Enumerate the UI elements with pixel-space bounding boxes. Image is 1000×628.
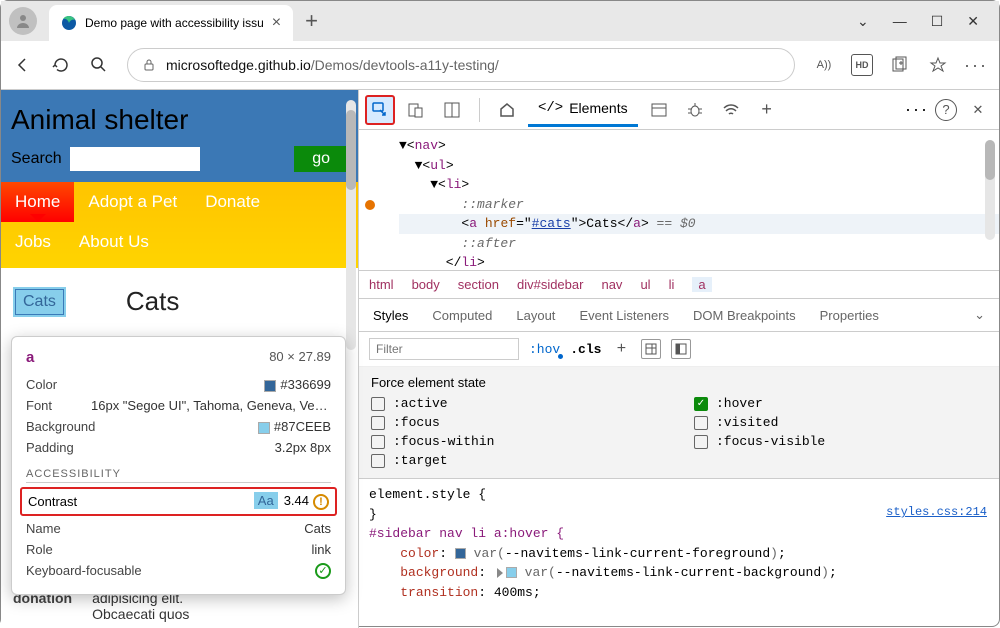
nav-about[interactable]: About Us <box>65 222 163 262</box>
elements-tab[interactable]: </>Elements <box>528 92 638 127</box>
add-tab-button[interactable]: + <box>752 95 782 125</box>
inspect-element-button[interactable] <box>365 95 395 125</box>
computed-styles-icon[interactable] <box>641 339 661 359</box>
tab-dom-breakpoints[interactable]: DOM Breakpoints <box>693 308 796 323</box>
new-tab-button[interactable]: + <box>293 8 330 34</box>
page-scrollbar[interactable] <box>346 100 356 350</box>
state-visited[interactable]: :visited <box>694 415 987 430</box>
help-icon[interactable]: ? <box>935 99 957 121</box>
source-link[interactable]: styles.css:214 <box>886 503 987 521</box>
devtools-more-icon[interactable]: ··· <box>905 99 929 120</box>
contrast-row: Contrast Aa3.44! <box>20 487 337 516</box>
tab-styles[interactable]: Styles <box>373 308 408 323</box>
maximize-icon[interactable]: ☐ <box>931 13 944 30</box>
css-rules[interactable]: element.style { } #sidebar nav li a:hove… <box>359 479 999 608</box>
tab-computed[interactable]: Computed <box>432 308 492 323</box>
address-bar[interactable]: microsoftedge.github.io/Demos/devtools-a… <box>127 48 795 82</box>
chevron-down-icon[interactable]: ⌄ <box>974 307 985 323</box>
tab-layout[interactable]: Layout <box>516 308 555 323</box>
refresh-button[interactable] <box>51 55 71 75</box>
toggle-sidebar-icon[interactable] <box>671 339 691 359</box>
tab-event-listeners[interactable]: Event Listeners <box>579 308 669 323</box>
profile-icon[interactable] <box>9 7 37 35</box>
state-focus-within[interactable]: :focus-within <box>371 434 664 449</box>
tooltip-tag: a <box>26 349 34 366</box>
welcome-tab[interactable] <box>492 95 522 125</box>
state-target[interactable]: :target <box>371 453 664 468</box>
more-icon[interactable]: ··· <box>965 54 987 76</box>
chevron-down-icon[interactable]: ⌄ <box>857 13 869 30</box>
state-active[interactable]: :active <box>371 396 664 411</box>
new-rule-icon[interactable]: + <box>611 339 631 359</box>
search-input[interactable] <box>70 147 200 171</box>
close-window-icon[interactable]: ✕ <box>967 13 979 30</box>
devtools-panel: </>Elements + ··· ? ✕ ▼<nav> ▼<ul> ▼<li>… <box>358 90 999 628</box>
collections-icon[interactable] <box>889 54 911 76</box>
go-button[interactable]: go <box>294 146 348 172</box>
styles-filter-input[interactable] <box>369 338 519 360</box>
devtools-close-icon[interactable]: ✕ <box>963 95 993 125</box>
sources-tab-icon[interactable] <box>644 95 674 125</box>
nav-home[interactable]: Home <box>1 182 74 222</box>
edge-favicon-icon <box>61 15 77 31</box>
panel-layout-button[interactable] <box>437 95 467 125</box>
search-label: Search <box>11 150 62 168</box>
dom-scrollbar[interactable] <box>985 140 995 240</box>
browser-tab[interactable]: Demo page with accessibility issu × <box>49 5 293 41</box>
check-icon: ✓ <box>315 563 331 579</box>
page-title: Animal shelter <box>11 104 348 136</box>
minimize-icon[interactable]: — <box>893 13 907 30</box>
nav-adopt[interactable]: Adopt a Pet <box>74 182 191 222</box>
inspector-tooltip: a 80 × 27.89 Color#336699 Font16px "Sego… <box>11 336 346 595</box>
favorite-icon[interactable] <box>927 54 949 76</box>
state-focus-visible[interactable]: :focus-visible <box>694 434 987 449</box>
search-button[interactable] <box>89 55 109 75</box>
tooltip-dimensions: 80 × 27.89 <box>269 349 331 366</box>
cats-heading: Cats <box>126 286 179 317</box>
state-hover[interactable]: ✓:hover <box>694 396 987 411</box>
lock-icon <box>142 58 156 72</box>
breadcrumb[interactable]: html body section div#sidebar nav ul li … <box>359 270 999 299</box>
hov-toggle[interactable]: :hov <box>529 342 560 357</box>
bug-icon[interactable] <box>680 95 710 125</box>
tab-close-icon[interactable]: × <box>272 14 281 32</box>
tab-title: Demo page with accessibility issu <box>85 16 264 30</box>
hd-icon[interactable]: HD <box>851 54 873 76</box>
network-icon[interactable] <box>716 95 746 125</box>
dom-tree[interactable]: ▼<nav> ▼<ul> ▼<li> ::marker <a href="#ca… <box>359 130 999 270</box>
tab-properties[interactable]: Properties <box>820 308 879 323</box>
contrast-sample: Aa <box>254 492 278 509</box>
nav-donate[interactable]: Donate <box>191 182 274 222</box>
url-text: microsoftedge.github.io/Demos/devtools-a… <box>166 57 499 73</box>
back-button[interactable] <box>13 55 33 75</box>
state-focus[interactable]: :focus <box>371 415 664 430</box>
cls-toggle[interactable]: .cls <box>570 342 601 357</box>
warning-icon: ! <box>313 494 329 510</box>
main-nav: Home Adopt a Pet Donate Jobs About Us <box>1 182 358 268</box>
device-emulation-button[interactable] <box>401 95 431 125</box>
selected-dom-node[interactable]: <a href="#cats">Cats</a> == $0 <box>399 214 999 234</box>
cats-sidebar-link[interactable]: Cats <box>13 287 66 317</box>
force-element-state: Force element state :active ✓:hover :foc… <box>359 367 999 479</box>
accessibility-section: ACCESSIBILITY <box>26 468 331 483</box>
read-aloud-icon[interactable]: A)) <box>813 54 835 76</box>
